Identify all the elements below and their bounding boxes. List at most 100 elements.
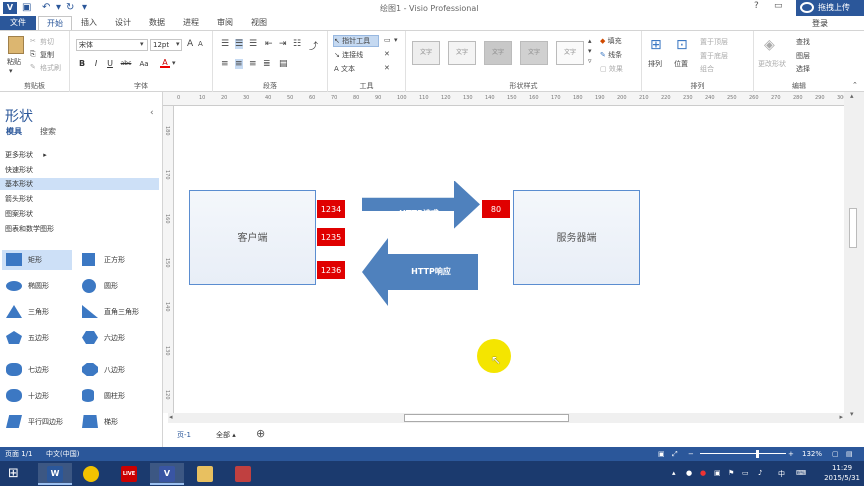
bullets-icon[interactable]: ☷ <box>293 39 301 49</box>
horizontal-scrollbar[interactable]: ◂ ▸ <box>168 413 844 423</box>
align-right-icon[interactable]: ≡ <box>249 59 257 69</box>
gallery-scroll-down-icon[interactable]: ▾ <box>588 47 592 55</box>
pointer-tool-button[interactable]: ↖ 指针工具 <box>333 35 379 47</box>
shape-heptagon[interactable]: 七边形 <box>2 360 72 380</box>
arrange-button[interactable]: 排列 <box>648 59 662 69</box>
all-pages-tab[interactable]: 全部 ▴ <box>216 430 236 440</box>
shape-ellipse[interactable]: 椭圆形 <box>2 276 72 296</box>
decrease-indent-icon[interactable]: ⇤ <box>265 39 273 49</box>
share-upload-button[interactable]: 拖拽上传 <box>796 0 864 16</box>
taskbar-word[interactable]: W <box>38 463 72 485</box>
taskbar-clock[interactable]: 11:29 2015/5/31 <box>824 463 860 483</box>
zoom-level[interactable]: 132% <box>802 447 822 461</box>
tab-search[interactable]: 搜索 <box>40 126 56 137</box>
text-direction-icon[interactable]: ⤴ <box>309 39 318 52</box>
save-icon[interactable]: ▣ <box>22 2 31 13</box>
taskbar-explorer[interactable] <box>188 463 222 485</box>
line-button[interactable]: ✎ 线条 <box>600 50 622 60</box>
tab-view[interactable]: 视图 <box>244 16 274 30</box>
style-swatch-3[interactable]: 文字 <box>484 41 512 65</box>
client-port-1234[interactable]: 1234 <box>316 199 346 219</box>
vertical-scroll-thumb[interactable] <box>849 208 857 248</box>
tray-network-icon[interactable]: ▣ <box>714 469 721 477</box>
shape-hexagon[interactable]: 六边形 <box>78 328 158 348</box>
increase-indent-icon[interactable]: ⇥ <box>279 39 287 49</box>
vertical-scrollbar[interactable]: ▴ ▾ <box>844 92 864 423</box>
tab-stencils[interactable]: 模具 <box>6 126 22 137</box>
fill-button[interactable]: ◆ 填充 <box>600 36 622 46</box>
tab-process[interactable]: 进程 <box>176 16 206 30</box>
send-back-button[interactable]: 置于底层 <box>700 51 728 61</box>
login-link[interactable]: 登录 <box>812 18 828 29</box>
connector-tool-button[interactable]: ↘ 连接线 <box>334 50 363 60</box>
shape-decagon[interactable]: 十边形 <box>2 386 72 406</box>
scroll-up-icon[interactable]: ▴ <box>850 92 854 100</box>
pan-zoom-icon[interactable]: ⤢ <box>672 447 678 461</box>
ime-indicator[interactable]: 中 <box>778 469 785 479</box>
tab-design[interactable]: 设计 <box>108 16 138 30</box>
paste-icon[interactable] <box>8 36 24 54</box>
style-swatch-4[interactable]: 文字 <box>520 41 548 65</box>
format-painter-button[interactable]: 格式刷 <box>40 63 61 73</box>
tray-expand-icon[interactable]: ▴ <box>672 469 676 477</box>
scroll-left-icon[interactable]: ◂ <box>169 413 173 421</box>
paste-dropdown-icon[interactable]: ▾ <box>9 67 13 75</box>
language-indicator[interactable]: 中文(中国) <box>46 447 79 461</box>
distribute-icon[interactable]: ▤ <box>279 59 288 69</box>
tab-review[interactable]: 审阅 <box>210 16 240 30</box>
tray-keyboard-icon[interactable]: ⌨ <box>796 469 806 477</box>
drawing-canvas[interactable]: 客户端 服务器端 1234 1235 1236 80 HTTP请求 HTTP响应 <box>174 106 844 413</box>
client-port-1236[interactable]: 1236 <box>316 260 346 280</box>
style-swatch-1[interactable]: 文字 <box>412 41 440 65</box>
font-color-button[interactable]: A <box>160 58 170 68</box>
copy-button[interactable]: 复制 <box>40 50 54 60</box>
taskbar-paint[interactable] <box>226 463 260 485</box>
strikethrough-button[interactable]: abc <box>119 59 133 69</box>
zoom-out-icon[interactable]: − <box>688 447 694 461</box>
switch-windows-icon[interactable]: ▤ <box>846 447 853 461</box>
shrink-font-button[interactable]: A <box>198 40 203 48</box>
page-tab-1[interactable]: 页-1 <box>177 430 191 440</box>
fit-page-icon[interactable]: ▣ <box>658 447 665 461</box>
effects-button[interactable]: ▢ 效果 <box>600 64 623 74</box>
undo-dropdown-icon[interactable]: ▾ <box>56 2 61 13</box>
change-case-button[interactable]: Aa <box>137 59 151 69</box>
redo-icon[interactable]: ↻ <box>66 2 74 13</box>
align-top-icon[interactable]: ☰ <box>221 39 229 49</box>
gallery-more-icon[interactable]: ▿ <box>588 57 592 65</box>
format-painter-icon[interactable]: ✎ <box>30 63 36 71</box>
collapse-ribbon-icon[interactable]: ⌃ <box>852 81 858 89</box>
scroll-down-icon[interactable]: ▾ <box>850 410 854 418</box>
style-swatch-5[interactable]: 文字 <box>556 41 584 65</box>
tray-record-icon[interactable]: ● <box>700 469 706 477</box>
fit-window-icon[interactable]: ▢ <box>832 447 839 461</box>
horizontal-scroll-thumb[interactable] <box>404 414 569 422</box>
help-button[interactable]: ? <box>754 1 759 11</box>
justify-icon[interactable]: ≣ <box>263 59 271 69</box>
paste-button[interactable]: 粘贴 <box>7 57 21 67</box>
rectangle-tool-icon[interactable]: ▭ <box>384 36 391 44</box>
visio-app-icon[interactable]: V <box>3 2 17 14</box>
http-request-arrow[interactable] <box>362 181 482 229</box>
client-port-1235[interactable]: 1235 <box>316 227 346 247</box>
add-page-icon[interactable]: ⊕ <box>256 427 265 440</box>
font-color-dropdown-icon[interactable]: ▾ <box>172 59 176 67</box>
category-chart-shapes[interactable]: 图表和数学图形 <box>5 223 159 235</box>
shape-triangle[interactable]: 三角形 <box>2 302 72 322</box>
group-button[interactable]: 组合 <box>700 64 714 74</box>
tray-app-icon[interactable]: ● <box>686 469 692 477</box>
connection-point-icon[interactable]: ✕ <box>384 64 390 72</box>
scroll-right-icon[interactable]: ▸ <box>839 413 843 421</box>
shape-right-triangle[interactable]: 直角三角形 <box>78 302 158 322</box>
category-pattern-shapes[interactable]: 图案形状 <box>5 208 159 220</box>
windows-start-icon[interactable]: ⊞ <box>8 466 19 481</box>
client-box[interactable]: 客户端 <box>189 190 316 285</box>
shape-octagon[interactable]: 八边形 <box>78 360 158 380</box>
gallery-scroll-up-icon[interactable]: ▴ <box>588 37 592 45</box>
server-port-80[interactable]: 80 <box>481 199 511 219</box>
shape-circle[interactable]: 圆形 <box>78 276 158 296</box>
category-more-shapes[interactable]: 更多形状 ▸ <box>5 149 159 161</box>
zoom-slider[interactable] <box>700 453 786 454</box>
ribbon-display-button[interactable]: ▭ <box>774 1 783 11</box>
shape-trapezoid[interactable]: 梯形 <box>78 412 158 432</box>
